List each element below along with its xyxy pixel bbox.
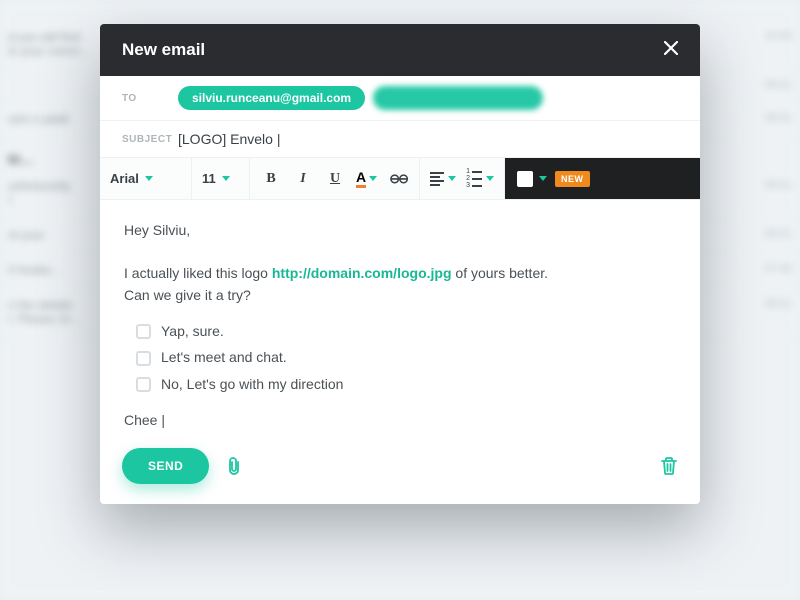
body-signature: Chee | [124, 410, 676, 432]
modal-footer: SEND [100, 440, 700, 504]
poll-option[interactable]: Let's meet and chat. [136, 347, 676, 369]
list-icon: 123 [466, 169, 482, 188]
list-button[interactable]: 123 [466, 169, 494, 188]
modal-title: New email [122, 40, 205, 60]
italic-button[interactable]: I [292, 171, 314, 187]
chevron-down-icon [486, 176, 494, 181]
close-icon [664, 41, 678, 55]
body-line1: I actually liked this logo http://domain… [124, 263, 676, 306]
chevron-down-icon [539, 176, 547, 181]
discard-button[interactable] [660, 456, 678, 476]
underline-button[interactable]: U [324, 171, 346, 187]
theme-group: NEW [505, 158, 700, 199]
attach-button[interactable] [225, 456, 243, 476]
paperclip-icon [225, 456, 243, 476]
link-button[interactable]: ⊖⊖ [387, 171, 409, 187]
send-button[interactable]: SEND [122, 448, 209, 484]
text-color-button[interactable]: A [356, 170, 377, 188]
to-label: TO [122, 93, 178, 104]
chevron-down-icon [369, 176, 377, 181]
compose-modal: New email TO silviu.runceanu@gmail.com S… [100, 24, 700, 504]
recipient-chip-blurred[interactable] [373, 86, 543, 110]
subject-label: SUBJECT [122, 134, 178, 145]
format-toolbar: Arial 11 B I U A ⊖⊖ 123 [100, 158, 700, 200]
bg-color-button[interactable] [517, 171, 547, 187]
poll-option[interactable]: No, Let's go with my direction [136, 374, 676, 396]
checkbox-icon[interactable] [136, 351, 151, 366]
trash-icon [660, 456, 678, 476]
poll-option[interactable]: Yap, sure. [136, 321, 676, 343]
body-greeting: Hey Silviu, [124, 220, 676, 242]
align-icon [430, 172, 444, 186]
align-button[interactable] [430, 172, 456, 186]
font-name: Arial [110, 171, 139, 186]
poll-options: Yap, sure. Let's meet and chat. No, Let'… [136, 321, 676, 396]
close-button[interactable] [664, 41, 678, 59]
chevron-down-icon [448, 176, 456, 181]
chevron-down-icon [222, 176, 230, 181]
new-badge: NEW [555, 171, 590, 187]
text-color-icon: A [356, 170, 366, 188]
font-size: 11 [202, 171, 216, 186]
subject-input[interactable] [178, 131, 678, 147]
body-link[interactable]: http://domain.com/logo.jpg [272, 265, 452, 281]
checkbox-icon[interactable] [136, 324, 151, 339]
font-size-select[interactable]: 11 [202, 171, 230, 186]
chevron-down-icon [145, 176, 153, 181]
recipient-chip[interactable]: silviu.runceanu@gmail.com [178, 86, 365, 110]
to-row[interactable]: TO silviu.runceanu@gmail.com [100, 76, 700, 121]
modal-header: New email [100, 24, 700, 76]
subject-row[interactable]: SUBJECT [100, 121, 700, 158]
message-body[interactable]: Hey Silviu, I actually liked this logo h… [100, 200, 700, 440]
bold-button[interactable]: B [260, 171, 282, 187]
font-select[interactable]: Arial [110, 171, 153, 186]
checkbox-icon[interactable] [136, 377, 151, 392]
color-swatch-icon [517, 171, 533, 187]
